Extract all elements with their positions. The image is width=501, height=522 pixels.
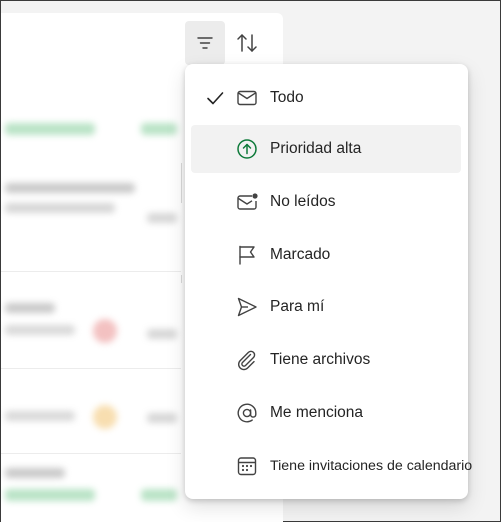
- divider: [1, 368, 181, 369]
- filter-item-label: Prioridad alta: [270, 140, 362, 157]
- filter-item-label: Todo: [270, 89, 304, 106]
- filter-item-label: No leídos: [270, 193, 336, 210]
- filter-item-prioridad-alta[interactable]: Prioridad alta: [191, 125, 461, 173]
- filter-item-label: Tiene archivos: [270, 351, 371, 368]
- filter-button[interactable]: [185, 21, 225, 65]
- divider: [181, 275, 182, 283]
- filter-item-marcado[interactable]: Marcado: [191, 231, 461, 279]
- filter-item-no-leidos[interactable]: No leídos: [191, 178, 461, 226]
- checkmark-icon: [207, 92, 224, 105]
- filter-item-tiene-archivos[interactable]: Tiene archivos: [191, 336, 461, 384]
- filter-item-label: Tiene invitaciones de calendario: [270, 458, 473, 474]
- divider: [181, 163, 182, 203]
- filter-item-me-menciona[interactable]: Me menciona: [191, 389, 461, 437]
- divider: [1, 453, 181, 454]
- filter-item-label: Marcado: [270, 246, 331, 263]
- filter-icon: [197, 37, 213, 49]
- filter-menu: Todo Prioridad alta No leídos Marcado Pa…: [185, 64, 472, 499]
- mail-icon: [237, 90, 257, 106]
- sort-button[interactable]: [227, 21, 267, 65]
- sort-icon: [237, 34, 257, 52]
- send-icon: [237, 297, 257, 317]
- calendar-icon: [237, 457, 257, 476]
- mail-unread-icon: [237, 193, 258, 210]
- flag-icon: [239, 245, 255, 265]
- filter-item-label: Me menciona: [270, 404, 364, 421]
- paperclip-icon: [237, 350, 256, 371]
- filter-item-invitaciones-calendario[interactable]: Tiene invitaciones de calendario: [191, 442, 472, 490]
- filter-item-para-mi[interactable]: Para mí: [191, 283, 461, 331]
- arrow-up-circle-icon: [237, 139, 257, 159]
- filter-item-label: Para mí: [270, 298, 325, 315]
- mention-icon: [237, 403, 257, 423]
- filter-item-todo[interactable]: Todo: [191, 74, 461, 122]
- divider: [1, 271, 181, 272]
